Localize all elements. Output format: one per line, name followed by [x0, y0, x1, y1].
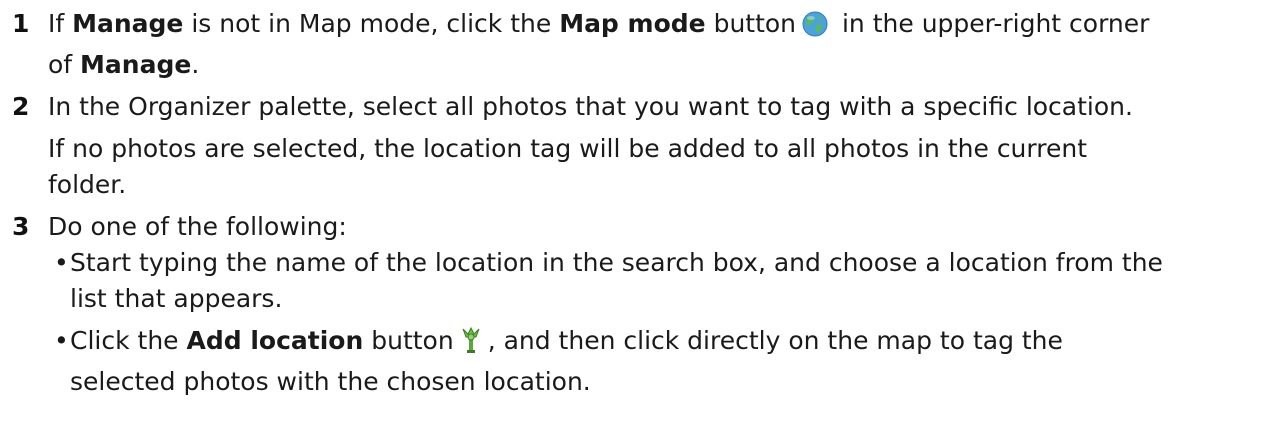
step-3: 3 Do one of the following: • Start typin… [0, 209, 1261, 400]
step-2-note-line-2: folder. [48, 170, 127, 199]
ui-term-add-location: Add location [186, 326, 364, 355]
text-run: If [48, 9, 73, 38]
bullet-marker: • [54, 248, 69, 277]
text-run: . [191, 50, 200, 79]
text-run: is not in Map mode, click the [183, 9, 560, 38]
ui-term-manage: Manage [80, 50, 192, 79]
bullet-item: • Click the Add location button , and th… [50, 323, 1251, 400]
step-1: 1 If Manage is not in Map mode, click th… [0, 6, 1261, 83]
step-1-line-1: If Manage is not in Map mode, click the … [48, 6, 1251, 47]
step-2: 2 In the Organizer palette, select all p… [0, 89, 1261, 203]
text-run: of [48, 50, 81, 79]
bullet-1-line-2: list that appears. [70, 284, 283, 313]
bullet-2-line-1: Click the Add location button , and then… [70, 323, 1251, 364]
text-run: , and then click directly on the map to … [487, 326, 1063, 355]
text-run: in the upper-right corner [834, 9, 1150, 38]
text-run: button [705, 9, 797, 38]
step-2-line-1: In the Organizer palette, select all pho… [48, 92, 1133, 121]
step-number: 1 [12, 9, 30, 38]
step-2-note-line-1: If no photos are selected, the location … [48, 134, 1088, 163]
step-number: 2 [12, 92, 30, 121]
text-run: Click the [70, 326, 187, 355]
ui-term-map-mode: Map mode [559, 9, 706, 38]
step-number: 3 [12, 212, 30, 241]
bullet-2-line-2: selected photos with the chosen location… [70, 367, 591, 396]
ui-term-manage: Manage [72, 9, 184, 38]
bullet-1-line-1: Start typing the name of the location in… [70, 248, 1163, 277]
text-run: button [363, 326, 454, 355]
add-location-pin-icon [460, 326, 482, 364]
step-1-line-2: of Manage. [48, 47, 1251, 83]
bullet-item: • Start typing the name of the location … [50, 245, 1251, 317]
document-body: 1 If Manage is not in Map mode, click th… [0, 0, 1261, 444]
step-3-line-1: Do one of the following: [48, 212, 347, 241]
globe-icon [802, 11, 828, 47]
bullet-marker: • [54, 326, 69, 355]
